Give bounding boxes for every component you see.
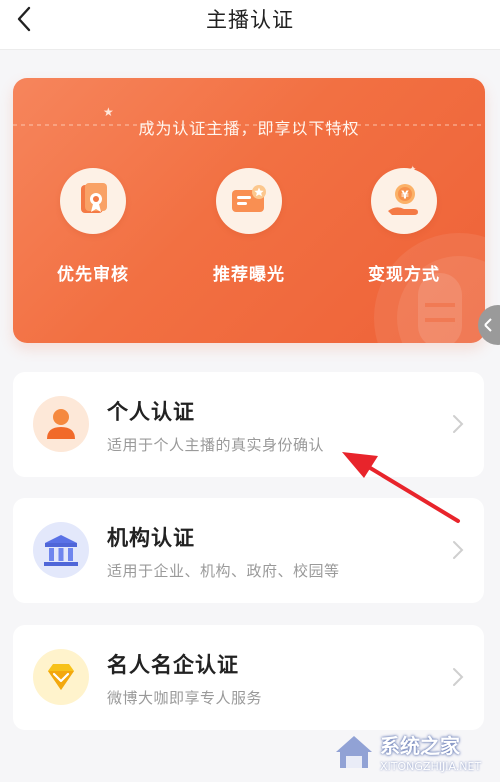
float-handle-icon <box>484 318 492 332</box>
coin-hand-icon: ¥ <box>388 184 418 215</box>
privilege-banner: ★ ✦ 成为认证主播，即享以下特权 优先审核 推荐曝光 <box>13 78 485 343</box>
perk-label: 优先审核 <box>57 265 129 285</box>
chevron-right-icon <box>453 415 464 433</box>
card-title: 个人认证 <box>107 400 195 424</box>
watermark-text: 系统之家 <box>380 734 460 758</box>
card-description: 微博大咖即享专人服务 <box>107 689 263 707</box>
celebrity-enterprise-verification-card[interactable]: 名人名企认证 微博大咖即享专人服务 <box>13 625 484 730</box>
perk-monetization: ¥ 变现方式 <box>349 168 459 285</box>
chevron-right-icon <box>453 668 464 686</box>
site-watermark: 系统之家 XITONGZHIJIA.NET <box>330 722 500 782</box>
institution-verification-card[interactable]: 机构认证 适用于企业、机构、政府、校园等 <box>13 498 484 603</box>
card-title: 机构认证 <box>107 526 195 550</box>
perk-priority-review: 优先审核 <box>38 168 148 285</box>
house-logo-icon <box>336 736 372 768</box>
person-icon <box>33 396 89 452</box>
card-title: 名人名企认证 <box>107 653 239 677</box>
personal-verification-card[interactable]: 个人认证 适用于个人主播的真实身份确认 <box>13 372 484 477</box>
chevron-right-icon <box>453 541 464 559</box>
watermark-url: XITONGZHIJIA.NET <box>380 760 482 773</box>
top-nav-bar: 主播认证 <box>0 0 500 50</box>
card-description: 适用于企业、机构、政府、校园等 <box>107 562 340 580</box>
diamond-icon <box>33 649 89 705</box>
perk-recommend-exposure: 推荐曝光 <box>194 168 304 285</box>
floating-side-button[interactable] <box>478 305 500 345</box>
svg-text:¥: ¥ <box>401 189 409 202</box>
page-title: 主播认证 <box>206 8 294 32</box>
card-description: 适用于个人主播的真实身份确认 <box>107 436 325 454</box>
banner-subtitle: 成为认证主播，即享以下特权 <box>138 119 360 138</box>
certificate-icon <box>81 183 107 213</box>
perk-label: 变现方式 <box>368 265 440 285</box>
institution-icon <box>33 522 89 578</box>
card-star-icon <box>232 185 266 212</box>
perk-label: 推荐曝光 <box>213 265 285 285</box>
